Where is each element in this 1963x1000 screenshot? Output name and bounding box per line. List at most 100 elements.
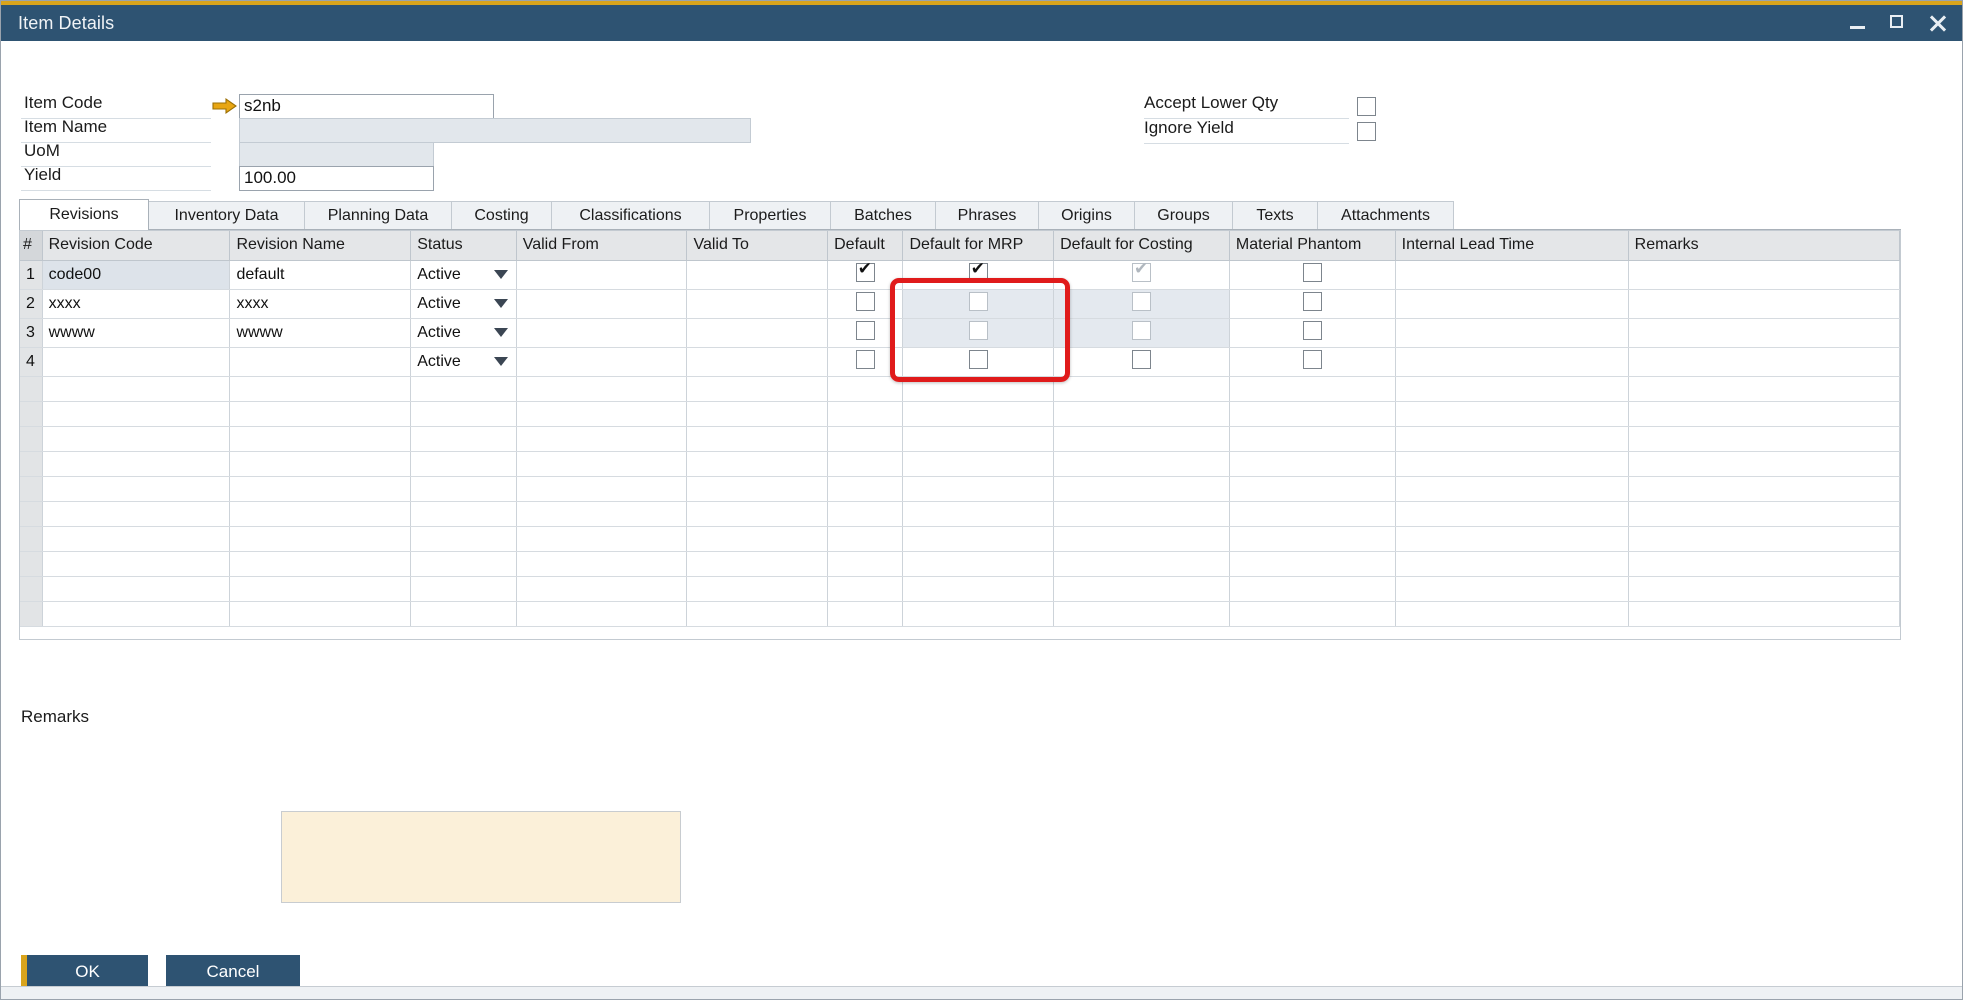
cell-empty[interactable] xyxy=(828,601,903,626)
col-header-status[interactable]: Status xyxy=(411,231,516,260)
cell-default[interactable] xyxy=(828,347,903,376)
table-row-empty[interactable] xyxy=(20,526,1900,551)
cell-empty[interactable] xyxy=(20,501,42,526)
cell-empty[interactable] xyxy=(411,476,516,501)
cell-empty[interactable] xyxy=(42,551,230,576)
cell-empty[interactable] xyxy=(687,576,828,601)
cell-empty[interactable] xyxy=(516,501,687,526)
input-item-name[interactable] xyxy=(239,118,751,143)
cell-empty[interactable] xyxy=(1054,401,1230,426)
cell-empty[interactable] xyxy=(1054,601,1230,626)
cell-empty[interactable] xyxy=(516,451,687,476)
cell-empty[interactable] xyxy=(230,526,411,551)
cell-lead_time[interactable] xyxy=(1395,347,1628,376)
row-checkbox[interactable] xyxy=(856,263,875,282)
cell-empty[interactable] xyxy=(1054,426,1230,451)
cell-empty[interactable] xyxy=(411,526,516,551)
ok-button[interactable]: OK xyxy=(21,955,148,989)
cell-empty[interactable] xyxy=(516,476,687,501)
cell-empty[interactable] xyxy=(1628,501,1899,526)
cell-empty[interactable] xyxy=(1054,451,1230,476)
cell-empty[interactable] xyxy=(1395,376,1628,401)
cell-empty[interactable] xyxy=(687,451,828,476)
cell-empty[interactable] xyxy=(1054,551,1230,576)
status-dropdown[interactable]: Active xyxy=(417,353,509,371)
cell-empty[interactable] xyxy=(1054,376,1230,401)
cell-valid_to[interactable] xyxy=(687,289,828,318)
row-checkbox[interactable] xyxy=(969,350,988,369)
tab-batches[interactable]: Batches xyxy=(830,201,936,229)
cell-empty[interactable] xyxy=(1054,526,1230,551)
cell-empty[interactable] xyxy=(903,501,1054,526)
cell-empty[interactable] xyxy=(1395,401,1628,426)
cell-empty[interactable] xyxy=(687,601,828,626)
cell-empty[interactable] xyxy=(1628,476,1899,501)
col-header-mat_phan[interactable]: Material Phantom xyxy=(1229,231,1395,260)
cell-empty[interactable] xyxy=(42,451,230,476)
cell-empty[interactable] xyxy=(828,451,903,476)
cell-default[interactable] xyxy=(828,260,903,289)
chevron-down-icon[interactable] xyxy=(494,270,508,279)
row-checkbox[interactable] xyxy=(1303,350,1322,369)
cell-valid_from[interactable] xyxy=(516,260,687,289)
cell-empty[interactable] xyxy=(687,501,828,526)
cell-remarks[interactable] xyxy=(1628,318,1899,347)
cell-empty[interactable] xyxy=(1054,576,1230,601)
cell-valid_from[interactable] xyxy=(516,289,687,318)
table-row[interactable]: 3wwwwwwwwActive xyxy=(20,318,1900,347)
cell-empty[interactable] xyxy=(411,376,516,401)
cell-empty[interactable] xyxy=(42,576,230,601)
tab-groups[interactable]: Groups xyxy=(1134,201,1233,229)
col-header-remarks[interactable]: Remarks xyxy=(1628,231,1899,260)
cell-empty[interactable] xyxy=(828,426,903,451)
cell-empty[interactable] xyxy=(411,601,516,626)
cell-rev_name[interactable]: xxxx xyxy=(230,289,411,318)
cell-def_mrp[interactable] xyxy=(903,347,1054,376)
cell-empty[interactable] xyxy=(903,526,1054,551)
cell-empty[interactable] xyxy=(1395,501,1628,526)
tab-classifications[interactable]: Classifications xyxy=(551,201,710,229)
table-row[interactable]: 4 Active xyxy=(20,347,1900,376)
cell-empty[interactable] xyxy=(1395,551,1628,576)
table-row[interactable]: 2xxxxxxxxActive xyxy=(20,289,1900,318)
cell-empty[interactable] xyxy=(1229,501,1395,526)
cell-rev_code[interactable]: xxxx xyxy=(42,289,230,318)
checkbox-ignore-yield[interactable] xyxy=(1357,122,1376,141)
cell-empty[interactable] xyxy=(516,576,687,601)
status-dropdown[interactable]: Active xyxy=(417,324,509,342)
cell-empty[interactable] xyxy=(1395,601,1628,626)
col-header-idx[interactable]: # xyxy=(20,231,42,260)
cell-empty[interactable] xyxy=(20,451,42,476)
table-row-empty[interactable] xyxy=(20,476,1900,501)
cell-empty[interactable] xyxy=(516,376,687,401)
cell-empty[interactable] xyxy=(1628,601,1899,626)
cell-empty[interactable] xyxy=(903,426,1054,451)
row-checkbox[interactable] xyxy=(1132,350,1151,369)
cell-empty[interactable] xyxy=(516,601,687,626)
col-header-default[interactable]: Default xyxy=(828,231,903,260)
cell-empty[interactable] xyxy=(1229,451,1395,476)
cell-empty[interactable] xyxy=(1229,476,1395,501)
cell-empty[interactable] xyxy=(828,376,903,401)
tab-origins[interactable]: Origins xyxy=(1038,201,1135,229)
cell-empty[interactable] xyxy=(516,551,687,576)
row-checkbox[interactable] xyxy=(1132,263,1151,282)
row-index[interactable]: 4 xyxy=(20,347,42,376)
row-checkbox[interactable] xyxy=(856,350,875,369)
cell-empty[interactable] xyxy=(903,476,1054,501)
table-row-empty[interactable] xyxy=(20,576,1900,601)
cell-mat_phan[interactable] xyxy=(1229,318,1395,347)
cell-mat_phan[interactable] xyxy=(1229,347,1395,376)
close-icon[interactable] xyxy=(1928,13,1948,33)
cell-empty[interactable] xyxy=(903,551,1054,576)
table-row-empty[interactable] xyxy=(20,401,1900,426)
cell-empty[interactable] xyxy=(42,401,230,426)
cell-empty[interactable] xyxy=(42,526,230,551)
row-checkbox[interactable] xyxy=(856,321,875,340)
cell-empty[interactable] xyxy=(903,376,1054,401)
tab-planning-data[interactable]: Planning Data xyxy=(304,201,452,229)
table-row-empty[interactable] xyxy=(20,601,1900,626)
cell-empty[interactable] xyxy=(1395,426,1628,451)
cell-empty[interactable] xyxy=(1628,376,1899,401)
cell-empty[interactable] xyxy=(42,426,230,451)
